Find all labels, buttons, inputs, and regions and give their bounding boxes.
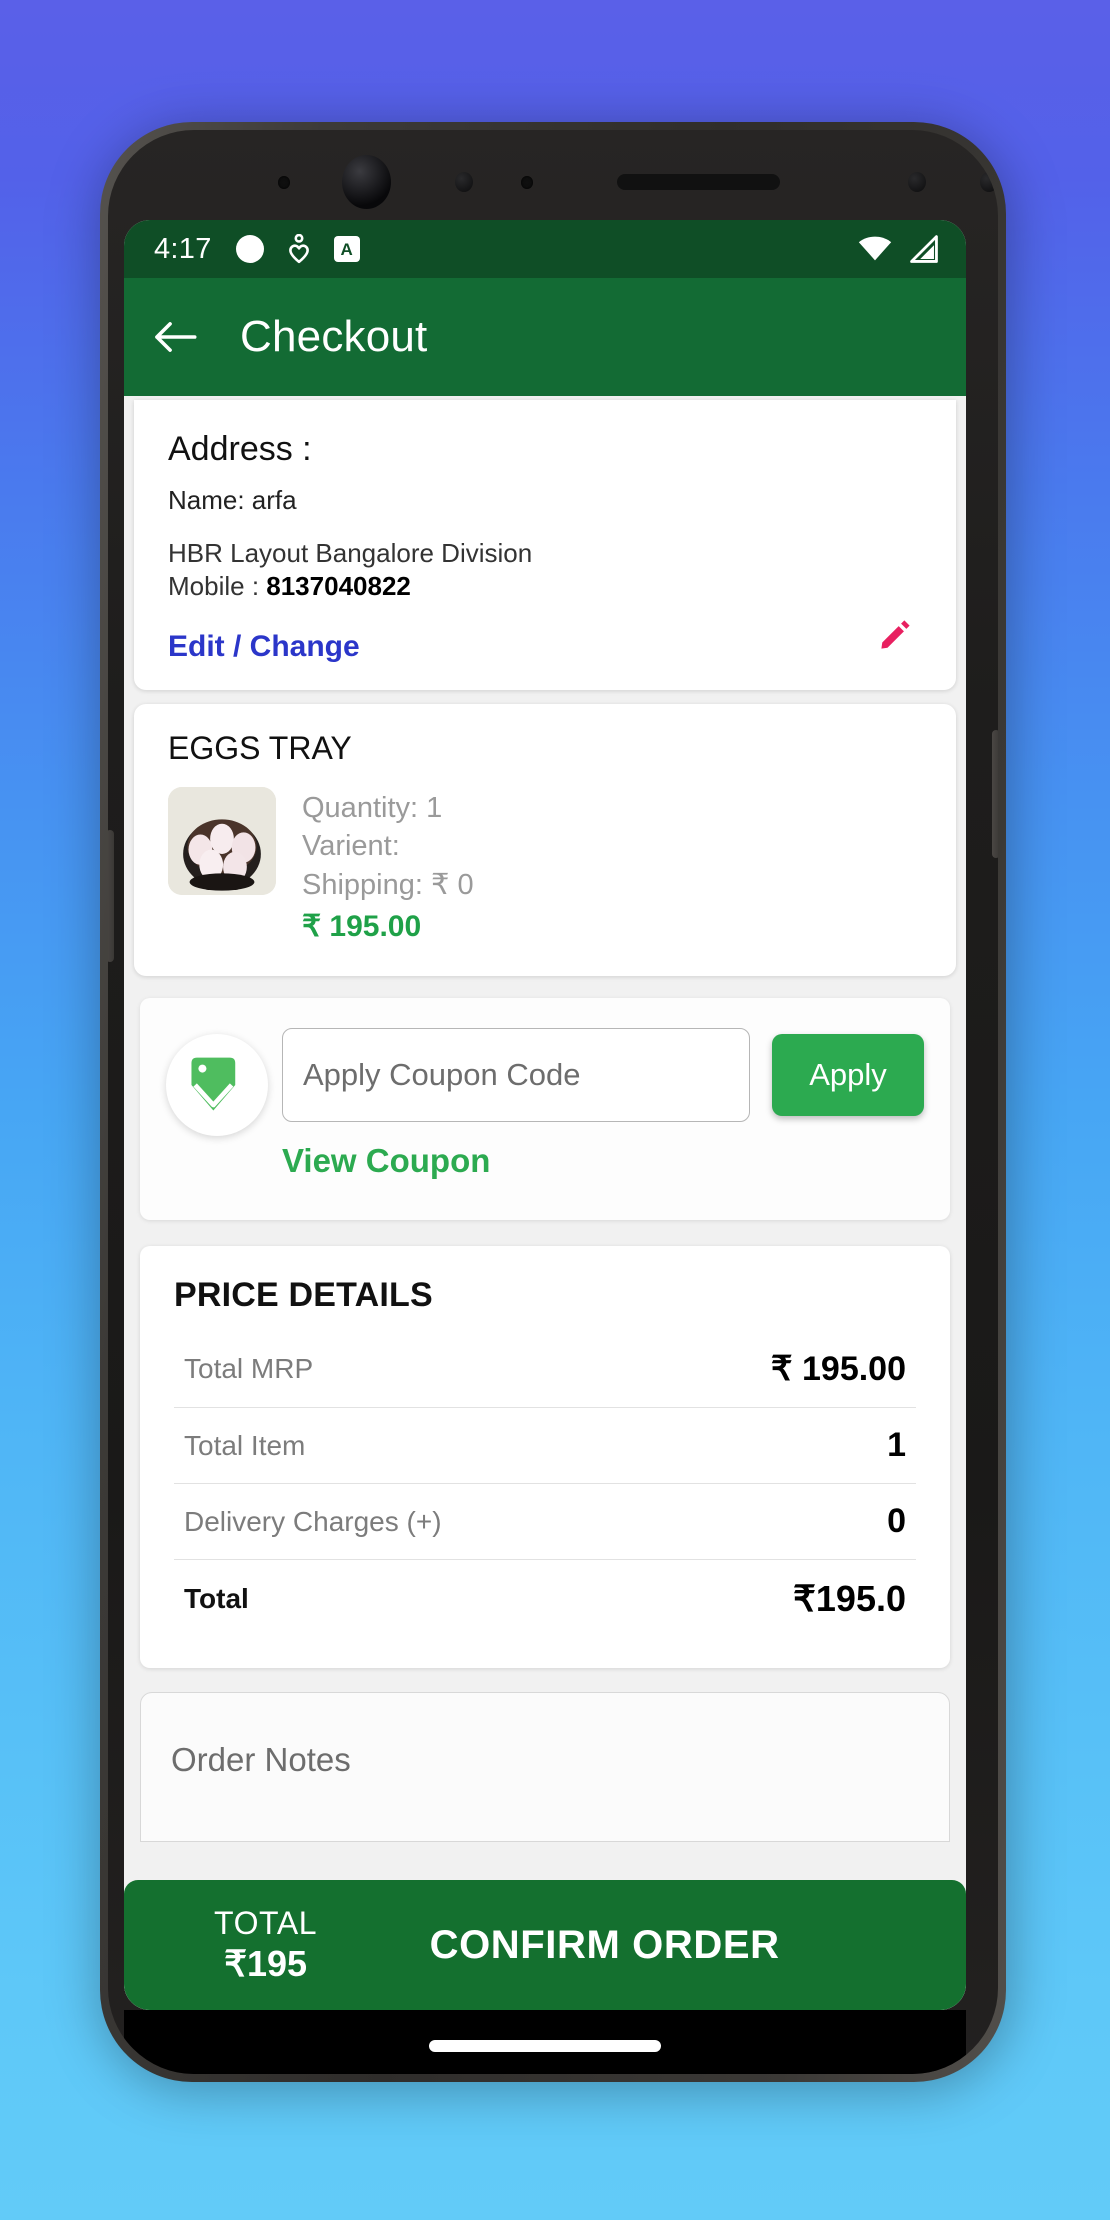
phone-device-frame: 4:17 A Checkout Address: Name: arfa HBR… (100, 122, 1006, 2082)
status-bar-clock: 4:17 (154, 232, 212, 265)
price-label: Total MRP (184, 1353, 314, 1385)
price-value: 0 (887, 1502, 906, 1541)
circle-icon (235, 235, 264, 263)
checkout-bottom-bar: TOTAL ₹195 CONFIRM ORDER (124, 1880, 966, 2010)
proximity-sensor-icon (454, 172, 473, 192)
price-label: Total Item (184, 1429, 306, 1461)
product-title: EGGS TRAY (168, 729, 352, 766)
order-notes-field[interactable]: Order Notes (140, 1692, 950, 1843)
light-sensor-icon (520, 175, 533, 189)
price-row-total-item: Total Item 1 (174, 1408, 916, 1485)
heart-pin-icon (288, 234, 309, 264)
bottom-bar-total: TOTAL ₹195 (214, 1905, 317, 1985)
address-mobile: Mobile : 8137040822 (168, 571, 922, 602)
coupon-form: Apply View Coupon (282, 1028, 924, 1180)
coupon-input-row: Apply (282, 1028, 924, 1123)
phone-sensor-strip (108, 155, 998, 209)
price-label: Delivery Charges (+) (184, 1505, 442, 1537)
price-total-value: ₹195.0 (793, 1578, 906, 1620)
price-details-card: PRICE DETAILS Total MRP ₹ 195.00 Total I… (140, 1246, 950, 1669)
a-badge-icon: A (333, 236, 360, 262)
price-row-delivery-charges: Delivery Charges (+) 0 (174, 1484, 916, 1561)
navigation-gesture-bar (124, 2010, 966, 2074)
product-quantity: Quantity: 1 (302, 791, 443, 824)
product-price: ₹ 195.00 (302, 909, 422, 943)
order-notes-placeholder: Order Notes (171, 1741, 351, 1779)
bottom-bar-total-value: ₹195 (224, 1942, 308, 1984)
product-row: Quantity: 1 Varient: Shipping: ₹ 0 ₹ 195… (168, 786, 922, 947)
coupon-card: Apply View Coupon (140, 998, 950, 1221)
view-coupon-link[interactable]: View Coupon (282, 1142, 490, 1180)
price-value: 1 (887, 1426, 906, 1465)
status-bar-system-icons (858, 235, 940, 263)
address-line: HBR Layout Bangalore Division (168, 538, 533, 568)
price-row-total: Total ₹195.0 (174, 1560, 916, 1638)
price-total-label: Total (184, 1583, 249, 1615)
volume-button[interactable] (108, 830, 114, 962)
edit-change-link[interactable]: Edit / Change (168, 630, 360, 664)
page-title: Checkout (240, 312, 428, 361)
coupon-tag-icon (191, 1058, 236, 1111)
bottom-bar-total-label: TOTAL (214, 1904, 318, 1941)
front-camera-icon (341, 155, 391, 209)
apply-coupon-button[interactable]: Apply (772, 1034, 924, 1117)
signal-icon (910, 235, 938, 263)
arrow-left-icon[interactable] (152, 320, 198, 354)
address-name: Name: arfa (168, 485, 297, 515)
coupon-code-input[interactable] (282, 1028, 750, 1123)
product-card: EGGS TRAY Quantity: 1 Varient: Shipping:… (134, 703, 956, 977)
product-meta: Quantity: 1 Varient: Shipping: ₹ 0 ₹ 195… (302, 787, 474, 947)
address-mobile-label: Mobile : (168, 570, 267, 601)
sensor-dot-icon (278, 175, 290, 189)
address-card: Address : Name: arfa HBR Layout Bangalor… (134, 400, 956, 690)
price-row-total-mrp: Total MRP ₹ 195.00 (174, 1331, 916, 1409)
price-value: ₹ 195.00 (770, 1350, 906, 1389)
address-title: Address : (168, 430, 312, 468)
power-button[interactable] (992, 730, 998, 858)
product-shipping: Shipping: ₹ 0 (302, 868, 474, 901)
app-bar: Checkout (124, 278, 966, 396)
product-varient: Varient: (302, 830, 400, 863)
status-bar: 4:17 A (124, 220, 966, 278)
address-mobile-number: 8137040822 (266, 570, 411, 601)
tertiary-sensor-icon (979, 172, 998, 192)
home-gesture-pill[interactable] (429, 2040, 661, 2052)
price-details-title: PRICE DETAILS (174, 1276, 433, 1315)
eggs-tray-image (168, 786, 276, 895)
status-bar-notification-icons: A (235, 234, 360, 264)
pencil-icon[interactable] (878, 618, 912, 652)
secondary-camera-icon (907, 172, 926, 192)
confirm-order-button[interactable]: CONFIRM ORDER (317, 1923, 892, 1968)
coupon-badge (166, 1034, 268, 1137)
phone-bezel: 4:17 A Checkout Address: Name: arfa HBR… (108, 130, 998, 2074)
checkout-content: Address : Name: arfa HBR Layout Bangalor… (124, 396, 966, 2010)
earpiece-speaker (616, 174, 780, 190)
wifi-icon (858, 236, 892, 261)
phone-screen: 4:17 A Checkout Address: Name: arfa HBR… (124, 220, 966, 2010)
